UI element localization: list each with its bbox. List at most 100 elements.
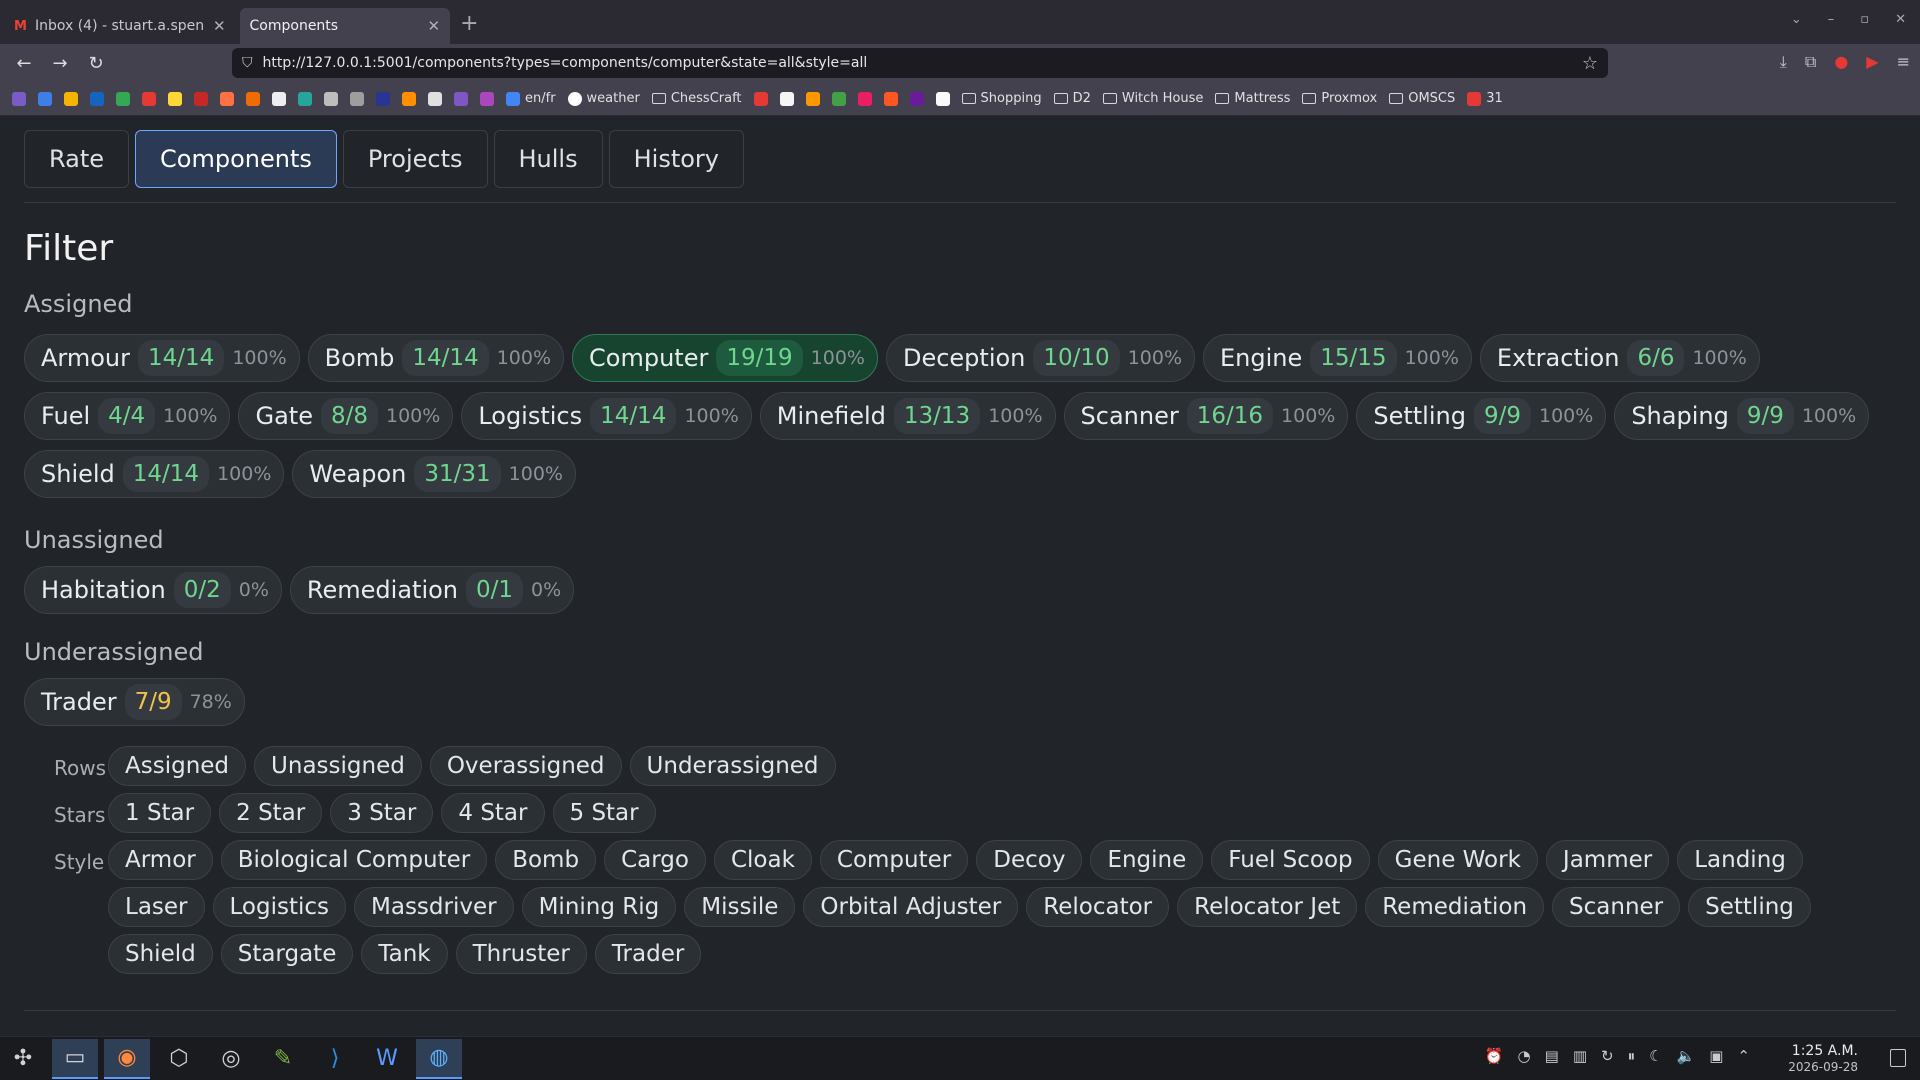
bookmark-favicon-icon[interactable] [220, 91, 234, 106]
style-chip-decoy[interactable]: Decoy [976, 840, 1083, 880]
bookmark-folder-chesscraft[interactable]: ChessCraft [651, 91, 742, 106]
style-chip-tank[interactable]: Tank [361, 934, 448, 974]
bookmark-favicon-icon[interactable] [194, 91, 208, 106]
style-chip-massdriver[interactable]: Massdriver [354, 887, 514, 927]
bookmark-favicon-icon[interactable] [246, 91, 260, 106]
menu-icon[interactable]: ≡ [1897, 52, 1910, 72]
style-chip-missile[interactable]: Missile [684, 887, 796, 927]
file-manager-icon[interactable]: ▭ [52, 1038, 98, 1079]
tray-expand-icon[interactable]: ⌃ [1737, 1047, 1750, 1065]
style-chip-thruster[interactable]: Thruster [455, 934, 587, 974]
nav-tab-components[interactable]: Components [135, 130, 337, 188]
rows-chip-assigned[interactable]: Assigned [108, 746, 247, 786]
minimize-icon[interactable]: – [1828, 12, 1835, 27]
filter-pill-extraction[interactable]: Extraction 6/6 100% [1479, 334, 1760, 382]
rows-chip-unassigned[interactable]: Unassigned [254, 746, 422, 786]
bookmark-favicon-icon[interactable] [779, 91, 794, 106]
style-chip-logistics[interactable]: Logistics [212, 887, 346, 927]
bookmark-favicon-icon[interactable] [142, 91, 156, 106]
downloads-icon[interactable]: ⤓ [1780, 52, 1787, 72]
filter-pill-trader[interactable]: Trader 7/9 78% [24, 678, 245, 726]
bookmark-favicon-icon[interactable] [402, 91, 416, 106]
bookmark-favicon-icon[interactable] [298, 91, 312, 106]
stars-chip-1-star[interactable]: 1 Star [108, 793, 212, 833]
accounts-icon[interactable]: ◔ [1518, 1047, 1531, 1065]
nav-tab-rate[interactable]: Rate [24, 130, 130, 188]
steam-icon[interactable]: ◎ [208, 1039, 254, 1079]
browser-tab-inbox[interactable]: M Inbox (4) - stuart.a.spence@ ✕ [4, 8, 236, 44]
site-info-icon[interactable]: ⛉ [242, 55, 253, 71]
bookmark-favicon-icon[interactable] [480, 91, 494, 106]
filter-pill-settling[interactable]: Settling 9/9 100% [1356, 392, 1607, 440]
stars-chip-4-star[interactable]: 4 Star [441, 793, 545, 833]
bookmark-favicon-icon[interactable] [90, 91, 104, 106]
style-chip-cloak[interactable]: Cloak [713, 840, 812, 880]
bookmark-favicon-icon[interactable] [935, 91, 950, 106]
bookmark-weather[interactable]: weather [567, 91, 640, 106]
url-text[interactable]: http://127.0.0.1:5001/components?types=c… [263, 55, 868, 71]
filter-pill-computer[interactable]: Computer 19/19 100% [572, 334, 878, 382]
bookmark-favicon-icon[interactable] [12, 91, 26, 106]
style-chip-landing[interactable]: Landing [1677, 840, 1803, 880]
style-chip-shield[interactable]: Shield [108, 934, 213, 974]
reload-icon[interactable]: ↻ [78, 53, 114, 74]
style-chip-scanner[interactable]: Scanner [1552, 887, 1681, 927]
style-chip-gene-work[interactable]: Gene Work [1377, 840, 1538, 880]
style-chip-bomb[interactable]: Bomb [495, 840, 597, 880]
rows-chip-underassigned[interactable]: Underassigned [629, 746, 836, 786]
bookmark-favicon-icon[interactable] [753, 91, 768, 106]
bookmark-favicon-icon[interactable] [831, 91, 846, 106]
maximize-icon[interactable]: ▫ [1860, 12, 1869, 27]
style-chip-computer[interactable]: Computer [819, 840, 969, 880]
bookmark-favicon-icon[interactable] [376, 91, 390, 106]
bookmark-favicon-icon[interactable] [350, 91, 364, 106]
new-tab-icon[interactable]: + [460, 11, 478, 36]
nav-tab-hulls[interactable]: Hulls [493, 130, 603, 188]
close-tab-icon[interactable]: ✕ [428, 17, 441, 35]
bookmark-star-icon[interactable]: ☆ [1582, 53, 1598, 74]
bookmark-favicon-icon[interactable] [428, 91, 442, 106]
filter-pill-engine[interactable]: Engine 15/15 100% [1203, 334, 1472, 382]
style-chip-biological-computer[interactable]: Biological Computer [220, 840, 488, 880]
sync-icon[interactable]: ↻ [1601, 1047, 1614, 1065]
bookmark-folder-proxmox[interactable]: Proxmox [1302, 91, 1377, 106]
network-icon[interactable]: ☾ [1649, 1047, 1662, 1065]
filter-pill-habitation[interactable]: Habitation 0/2 0% [24, 566, 282, 614]
stars-chip-3-star[interactable]: 3 Star [330, 793, 434, 833]
style-chip-jammer[interactable]: Jammer [1545, 840, 1670, 880]
stars-chip-5-star[interactable]: 5 Star [552, 793, 656, 833]
bookmark-folder-mattress[interactable]: Mattress [1215, 91, 1290, 106]
bookmark-favicon-icon[interactable] [272, 91, 286, 106]
bookmark-favicon-icon[interactable] [883, 91, 898, 106]
style-chip-fuel-scoop[interactable]: Fuel Scoop [1211, 840, 1370, 880]
notifications-icon[interactable]: ⏰ [1485, 1047, 1504, 1065]
filter-pill-logistics[interactable]: Logistics 14/14 100% [461, 392, 752, 440]
style-chip-mining-rig[interactable]: Mining Rig [521, 887, 677, 927]
bookmark-folder-omscs[interactable]: OMSCS [1389, 91, 1455, 106]
filter-pill-weapon[interactable]: Weapon 31/31 100% [292, 450, 576, 498]
nav-tab-projects[interactable]: Projects [342, 130, 488, 188]
filter-pill-fuel[interactable]: Fuel 4/4 100% [24, 392, 231, 440]
browser-tab-components[interactable]: Components ✕ [239, 8, 451, 44]
bookmark-favicon-icon[interactable] [116, 91, 130, 106]
rows-chip-overassigned[interactable]: Overassigned [429, 746, 622, 786]
unity-icon[interactable]: ⬡ [156, 1039, 202, 1079]
bookmark-favicon-icon[interactable] [168, 91, 182, 106]
close-tab-icon[interactable]: ✕ [213, 17, 226, 35]
ublock-icon[interactable]: ● [1834, 52, 1848, 72]
app-launcher-icon[interactable]: ✣ [0, 1039, 46, 1079]
filter-pill-bomb[interactable]: Bomb 14/14 100% [307, 334, 565, 382]
style-chip-armor[interactable]: Armor [108, 840, 213, 880]
url-bar[interactable]: ⛉ http://127.0.0.1:5001/components?types… [232, 48, 1608, 78]
browser-app-icon[interactable]: ◍ [416, 1038, 462, 1079]
youtube-icon[interactable]: ▶ [1866, 52, 1878, 72]
style-chip-cargo[interactable]: Cargo [604, 840, 706, 880]
nav-tab-history[interactable]: History [608, 130, 744, 188]
volume-icon[interactable]: 🔈 [1677, 1047, 1696, 1065]
app-icon[interactable]: ✎ [260, 1039, 306, 1079]
bookmark-favicon-icon[interactable] [909, 91, 924, 106]
bookmark-folder-witch-house[interactable]: Witch House [1102, 91, 1203, 106]
filter-pill-remediation[interactable]: Remediation 0/1 0% [289, 566, 575, 614]
filter-pill-shaping[interactable]: Shaping 9/9 100% [1614, 392, 1870, 440]
back-icon[interactable]: ← [6, 53, 42, 74]
